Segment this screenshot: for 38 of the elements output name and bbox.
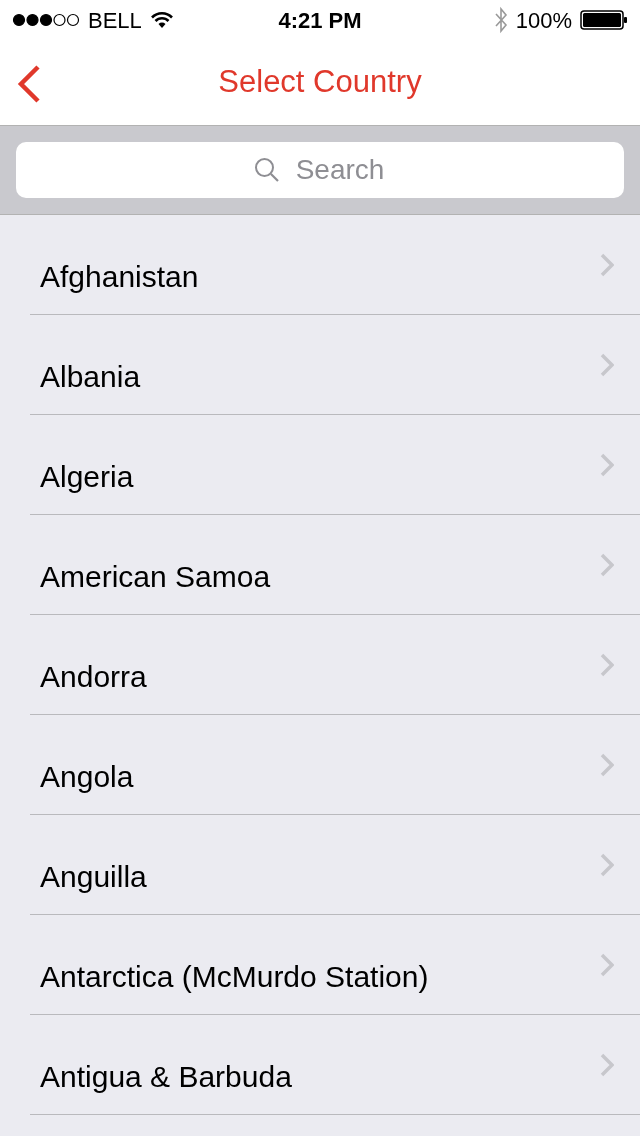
chevron-icon	[600, 353, 614, 377]
country-row[interactable]: Albania	[30, 315, 640, 415]
country-row[interactable]: Angola	[30, 715, 640, 815]
chevron-icon	[600, 853, 614, 877]
back-chevron-icon	[16, 64, 42, 104]
status-time: 4:21 PM	[278, 6, 362, 35]
chevron-icon	[600, 753, 614, 777]
country-name: Andorra	[40, 659, 147, 695]
carrier-name: BELL	[88, 6, 142, 35]
country-row[interactable]: Afghanistan	[30, 215, 640, 315]
country-row[interactable]: American Samoa	[30, 515, 640, 615]
battery-icon	[580, 10, 628, 30]
country-name: Antigua & Barbuda	[40, 1059, 292, 1095]
country-name: Albania	[40, 359, 141, 395]
chevron-icon	[600, 953, 614, 977]
battery-percent: 100%	[515, 6, 572, 35]
chevron-icon	[600, 253, 614, 277]
country-name: American Samoa	[40, 559, 271, 595]
chevron-icon	[600, 453, 614, 477]
signal-icon	[12, 13, 80, 27]
bluetooth-icon	[493, 6, 508, 34]
wifi-icon	[149, 11, 174, 29]
country-name: Anguilla	[40, 859, 147, 895]
screen-title: Select Country	[218, 63, 422, 102]
search-icon	[254, 157, 280, 183]
country-row[interactable]: Andorra	[30, 615, 640, 715]
country-row[interactable]: Anguilla	[30, 815, 640, 915]
country-row[interactable]: Antarctica (McMurdo Station)	[30, 915, 640, 1015]
chevron-icon	[600, 1053, 614, 1077]
chevron-icon	[600, 653, 614, 677]
country-name: Algeria	[40, 459, 134, 495]
country-name: Antarctica (McMurdo Station)	[40, 959, 429, 995]
country-row[interactable]: Algeria	[30, 415, 640, 515]
chevron-icon	[600, 553, 614, 577]
country-row[interactable]: Antigua & Barbuda	[30, 1015, 640, 1115]
country-name: Afghanistan	[40, 259, 199, 295]
search-field[interactable]: Search	[16, 142, 624, 198]
country-name: Angola	[40, 759, 134, 795]
